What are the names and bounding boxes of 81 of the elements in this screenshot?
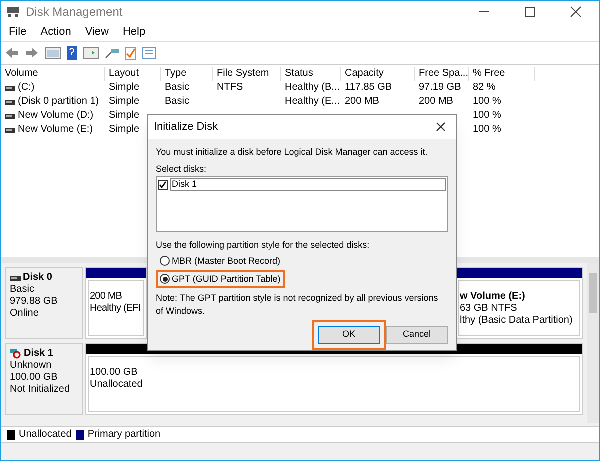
help-icon[interactable] [67,46,77,60]
disk-detail: Unknown [10,360,53,372]
column-header[interactable]: Type [161,67,213,81]
table-cell: (Disk 0 partition 1) [18,95,100,109]
legend-label: Primary partition [88,428,161,442]
table-cell: Simple [109,109,140,123]
column-header[interactable]: Free Spa... [415,67,469,81]
app-icon [6,6,20,18]
column-header[interactable]: File System [213,67,281,81]
disk-name: Disk 0 [23,272,52,284]
radio-option[interactable]: MBR (Master Boot Record) [156,252,285,270]
disk-detail: Basic [10,284,36,296]
table-cell: NTFS [217,81,244,95]
table-cell: 100 % [473,123,502,137]
table-cell: 97.19 GB [419,81,462,95]
menu-item[interactable]: Help [122,24,146,40]
table-cell: 117.85 GB [345,81,392,95]
table-cell: 82 % [473,81,496,95]
back-icon[interactable] [5,47,19,59]
checkbox[interactable] [158,180,168,190]
column-header[interactable]: Status [281,67,341,81]
table-cell: Basic [165,81,190,95]
disk-name: Disk 1 [24,348,54,360]
disk-detail: 979.88 GB [10,296,59,308]
dialog-message: You must initialize a disk before Logical Disk Manager can access it. [156,146,429,159]
table-cell: Basic [165,95,190,109]
disk-detail: Not Initialized [10,384,72,396]
table-cell: 100 % [473,109,502,123]
menu-item[interactable]: File [9,24,27,40]
forward-icon[interactable] [25,47,39,59]
legend-label: Unallocated [19,428,72,442]
scrollbar[interactable] [587,263,599,423]
partition-detail: 100.00 GB [90,367,139,379]
table-cell: Simple [109,81,140,95]
disk-detail: Online [10,308,40,320]
window-title: Disk Management [26,4,123,21]
table-cell: Simple [109,123,140,137]
dialog-title: Initialize Disk [154,120,218,135]
panel-icon[interactable] [45,47,61,59]
partition-detail: 200 MB [90,291,124,303]
list-item[interactable]: Disk 1 [170,178,446,191]
column-header[interactable]: % Free [469,67,535,81]
partition-detail: lthy (Basic Data Partition) [460,315,574,327]
table-cell: New Volume (D:) [18,109,94,123]
partition-detail: Healthy (EFI [90,303,142,315]
list-icon[interactable] [142,47,156,59]
partition-block[interactable]: 100.00 GB Unallocated [85,343,583,415]
checklist-icon[interactable] [125,46,136,60]
radio-option[interactable]: GPT (GUID Partition Table) [156,270,285,288]
partition-block[interactable]: w Volume (E:) 63 GB NTFS lthy (Basic Data Partition) [455,267,583,339]
connect-icon[interactable] [105,47,119,59]
field-label: Select disks: [156,163,208,176]
disk-error-icon [10,349,22,359]
table-cell: 200 MB [345,95,380,109]
partition-color-bar [86,268,146,278]
menu-item[interactable]: View [85,24,109,40]
table-cell: (C:) [18,81,35,95]
menu-item[interactable]: Action [40,24,72,40]
table-cell: Simple [109,95,140,109]
table-cell: 200 MB [419,95,454,109]
partition-block[interactable]: 200 MB Healthy (EFI [85,267,147,339]
disk-list[interactable]: Disk 1 [156,176,448,232]
radio-button[interactable] [160,256,170,266]
partition-detail: w Volume (E:) [460,291,526,303]
disk-detail: 100.00 GB [10,372,59,384]
table-cell: 100 % [473,95,502,109]
table-cell: Healthy (E... [285,95,340,109]
table-cell: New Volume (E:) [18,123,94,137]
note-text: Note: The GPT partition style is not recognized by all previous versions of Windows. [156,292,440,318]
partition-detail: 63 GB NTFS [460,303,518,315]
partition-detail: Unallocated [90,379,144,391]
column-header[interactable]: Volume [1,67,105,81]
close-icon[interactable] [436,122,446,132]
column-header[interactable]: Capacity [341,67,415,81]
panel-play-icon[interactable] [83,47,99,59]
table-cell: Healthy (B... [285,81,340,95]
dialog-button[interactable]: Cancel [386,326,448,344]
field-label: Use the following partition style for the selected disks: [156,239,371,252]
scroll-thumb[interactable] [589,273,597,313]
radio-button[interactable] [160,274,170,284]
column-header[interactable]: Layout [105,67,161,81]
